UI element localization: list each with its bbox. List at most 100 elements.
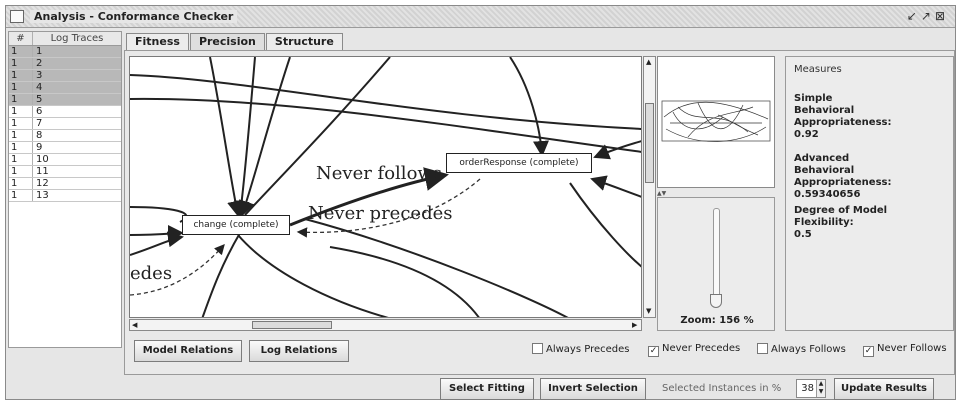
- table-row[interactable]: 1 12: [9, 178, 121, 190]
- spinner-arrows-icon[interactable]: ▲ ▼: [816, 380, 825, 397]
- cell-log-trace: 6: [36, 106, 43, 117]
- checkbox-never-precedes[interactable]: ✓: [648, 346, 659, 357]
- table-row[interactable]: 11: [9, 46, 121, 58]
- update-results-button[interactable]: Update Results: [834, 378, 934, 400]
- graph-horizontal-scrollbar[interactable]: ◀ ▶: [129, 319, 642, 331]
- filter-label: Always Precedes: [546, 344, 630, 355]
- advanced-metric-label: Behavioral Appropriateness:: [794, 165, 892, 188]
- flexibility-metric-value: 0.5: [794, 229, 812, 240]
- cell-number: 1: [9, 166, 33, 177]
- conformance-checker-window: Analysis - Conformance Checker ↙↗⊠ # Log…: [5, 5, 956, 400]
- advanced-heading: Advanced: [794, 153, 850, 164]
- edge-label-never-follows: Never follows: [316, 163, 443, 184]
- window-icon: [10, 10, 24, 23]
- scroll-left-icon[interactable]: ◀: [132, 321, 137, 329]
- table-header: # Log Traces: [9, 32, 121, 46]
- filter-never-follows[interactable]: ✓ Never Follows: [863, 343, 947, 357]
- filter-label: Always Follows: [771, 344, 846, 355]
- table-row[interactable]: 19: [9, 142, 121, 154]
- table-row[interactable]: 13: [9, 70, 121, 82]
- instances-percent-spinner[interactable]: 38 ▲ ▼: [796, 379, 826, 398]
- cell-number: 1: [9, 154, 33, 165]
- edge-line: [209, 57, 243, 217]
- filter-never-precedes[interactable]: ✓ Never Precedes: [648, 343, 740, 357]
- table-row[interactable]: 12: [9, 58, 121, 70]
- zoom-panel: Zoom: 156 %: [657, 197, 775, 331]
- simple-metric-label: Behavioral Appropriateness:: [794, 105, 892, 128]
- table-row[interactable]: 16: [9, 106, 121, 118]
- cell-log-trace: 11: [36, 166, 49, 177]
- select-fitting-button[interactable]: Select Fitting: [440, 378, 534, 400]
- window-title: Analysis - Conformance Checker: [30, 10, 238, 23]
- cell-log-trace: 8: [36, 130, 43, 141]
- invert-selection-button[interactable]: Invert Selection: [540, 378, 646, 400]
- measures-title: Measures: [794, 64, 842, 75]
- edge-line: [593, 140, 641, 160]
- edge-line: [130, 231, 184, 256]
- advanced-metric-value: 0.59340656: [794, 189, 861, 200]
- filter-always-follows[interactable]: Always Follows: [757, 343, 846, 355]
- precision-panel: orderResponse (complete) change (complet…: [124, 50, 955, 375]
- edge-line: [201, 232, 241, 317]
- tab-structure[interactable]: Structure: [265, 33, 343, 50]
- cell-number: 1: [9, 46, 33, 57]
- cell-number: 1: [9, 178, 33, 189]
- simple-heading: Simple: [794, 93, 833, 104]
- column-header-number[interactable]: #: [9, 32, 33, 45]
- scroll-down-icon[interactable]: ▼: [646, 307, 651, 315]
- table-row[interactable]: 15: [9, 94, 121, 106]
- cell-number: 1: [9, 106, 33, 117]
- cell-log-trace: 4: [36, 82, 43, 93]
- cell-log-trace: 2: [36, 58, 43, 69]
- vertical-scroll-thumb[interactable]: [645, 103, 654, 183]
- table-row[interactable]: 18: [9, 130, 121, 142]
- cell-number: 1: [9, 70, 33, 81]
- node-order-response[interactable]: orderResponse (complete): [446, 153, 592, 173]
- cell-number: 1: [9, 118, 33, 129]
- edge-line: [233, 57, 256, 217]
- splitter-arrows[interactable]: ▲▼: [657, 190, 775, 197]
- maximize-icon[interactable]: ↗: [921, 9, 935, 23]
- cell-number: 1: [9, 190, 33, 201]
- log-traces-table[interactable]: # Log Traces 1 1 1 2 1 3 1 4 1 5 1 6 1 7 1 8 1 9 1 10 1 11 1 12…: [8, 31, 122, 348]
- cell-log-trace: 5: [36, 94, 43, 105]
- edge-line: [569, 182, 641, 268]
- scroll-up-icon[interactable]: ▲: [646, 58, 651, 66]
- close-icon[interactable]: ⊠: [935, 9, 949, 23]
- title-bar[interactable]: Analysis - Conformance Checker ↙↗⊠: [6, 6, 955, 28]
- cell-log-trace: 10: [36, 154, 49, 165]
- table-row[interactable]: 1 11: [9, 166, 121, 178]
- measures-panel: Measures Simple Behavioral Appropriatene…: [785, 56, 954, 331]
- log-relations-button[interactable]: Log Relations: [249, 340, 349, 362]
- table-row[interactable]: 14: [9, 82, 121, 94]
- horizontal-scroll-thumb[interactable]: [252, 321, 332, 329]
- cell-log-trace: 12: [36, 178, 49, 189]
- graph-vertical-scrollbar[interactable]: ▲ ▼: [643, 56, 656, 318]
- filter-always-precedes[interactable]: Always Precedes: [532, 343, 630, 355]
- table-row[interactable]: 1 10: [9, 154, 121, 166]
- tab-bar: Fitness Precision Structure: [126, 33, 344, 50]
- cell-log-trace: 3: [36, 70, 43, 81]
- column-header-log-traces[interactable]: Log Traces: [33, 32, 121, 45]
- cell-number: 1: [9, 130, 33, 141]
- checkbox-always-precedes[interactable]: [532, 343, 543, 354]
- tab-fitness[interactable]: Fitness: [126, 33, 189, 50]
- zoom-slider-track[interactable]: [713, 208, 720, 306]
- node-change[interactable]: change (complete): [182, 215, 290, 235]
- scroll-right-icon[interactable]: ▶: [632, 321, 637, 329]
- edge-label-never-precedes: Never precedes: [308, 203, 453, 224]
- table-row[interactable]: 1 13: [9, 190, 121, 202]
- checkbox-always-follows[interactable]: [757, 343, 768, 354]
- minimize-icon[interactable]: ↙: [907, 9, 921, 23]
- cell-log-trace: 1: [36, 46, 43, 57]
- edge-line: [130, 97, 641, 153]
- tab-precision[interactable]: Precision: [189, 33, 265, 50]
- zoom-slider-knob[interactable]: [710, 294, 722, 308]
- table-row[interactable]: 17: [9, 118, 121, 130]
- footer-bar: Select Fitting Invert Selection Selected…: [124, 378, 955, 400]
- process-graph[interactable]: orderResponse (complete) change (complet…: [129, 56, 642, 318]
- edge-label-partial: edes: [130, 263, 173, 284]
- model-relations-button[interactable]: Model Relations: [134, 340, 242, 362]
- graph-overview[interactable]: [657, 56, 775, 188]
- checkbox-never-follows[interactable]: ✓: [863, 346, 874, 357]
